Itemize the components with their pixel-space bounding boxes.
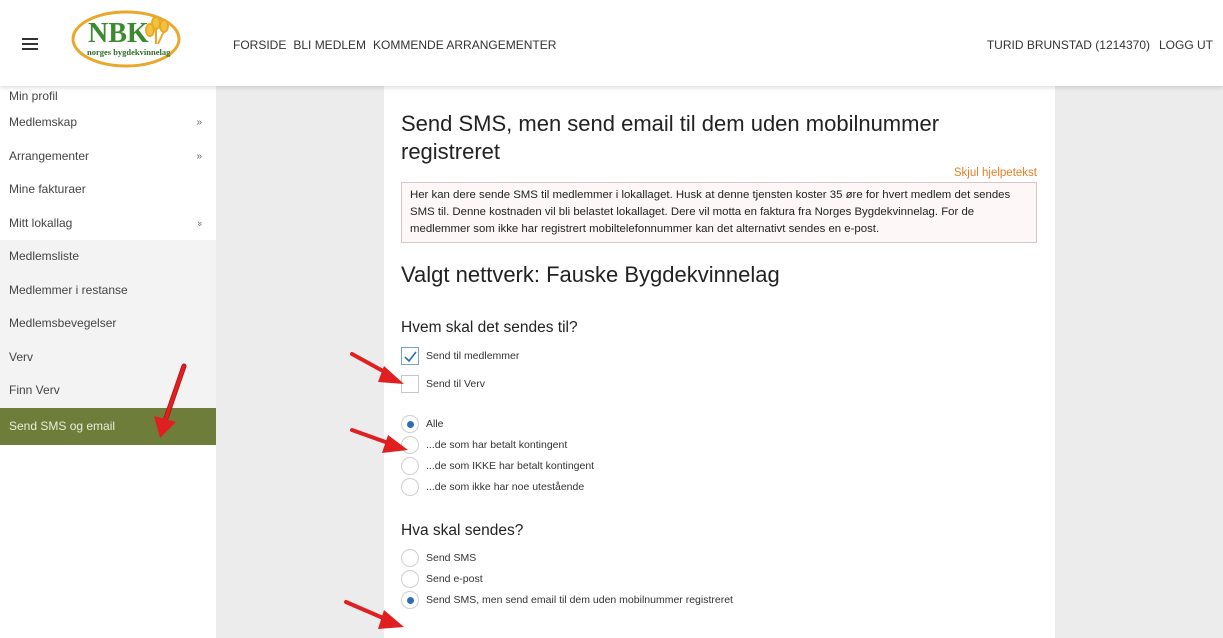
sidebar-item-medlemsbevegelser[interactable]: Medlemsbevegelser — [0, 307, 216, 341]
hide-help-link[interactable]: Skjul hjelpetekst — [954, 167, 1037, 179]
radio-unselected-icon — [401, 549, 419, 567]
sidebar-item-mine-fakturaer[interactable]: Mine fakturaer — [0, 173, 216, 207]
page-title: Send SMS, men send email til dem uden mo… — [401, 111, 940, 164]
radio-unselected-icon — [401, 570, 419, 588]
nbk-logo[interactable]: NBK norges bygdekvinnelag — [70, 8, 182, 68]
radio-unselected-icon — [401, 457, 419, 475]
checkbox-label: Send til medlemmer — [426, 350, 520, 362]
main-content: Send SMS, men send email til dem uden mo… — [401, 86, 1037, 610]
radio-send-sms-email-fallback[interactable]: Send SMS, men send email til dem uden mo… — [401, 590, 1037, 610]
sidebar-item-label: Medlemsbevegelser — [9, 316, 117, 330]
radio-label: ...de som IKKE har betalt kontingent — [426, 460, 595, 472]
chevron-down-icon: » — [195, 220, 206, 226]
radio-label: Alle — [426, 418, 444, 430]
nav-kommende-arrangementer[interactable]: KOMMENDE ARRANGEMENTER — [373, 38, 556, 52]
radio-label: Send e-post — [426, 573, 483, 585]
svg-text:NBK: NBK — [88, 18, 149, 49]
checkbox-label: Send til Verv — [426, 378, 485, 390]
user-name-link[interactable]: TURID BRUNSTAD (1214370) — [987, 38, 1150, 52]
radio-label: Send SMS — [426, 552, 477, 564]
sidebar-item-label: Mitt lokallag — [9, 215, 73, 230]
sidebar-item-label: Medlemmer i restanse — [9, 282, 128, 297]
hamburger-menu-icon[interactable] — [22, 38, 38, 50]
radio-send-sms[interactable]: Send SMS — [401, 548, 1037, 568]
nav-bli-medlem[interactable]: BLI MEDLEM — [293, 38, 366, 52]
selected-network-heading: Valgt nettverk: Fauske Bygdekvinnelag — [401, 262, 780, 287]
radio-ikke-utestaende[interactable]: ...de som ikke har noe utestående — [401, 477, 1037, 497]
sidebar-item-medlemskap[interactable]: Medlemskap » — [0, 106, 216, 140]
radio-label: ...de som ikke har noe utestående — [426, 481, 585, 493]
sidebar-item-arrangementer[interactable]: Arrangementer » — [0, 140, 216, 174]
recipients-heading: Hvem skal det sendes til? — [401, 319, 578, 336]
sidebar-item-medlemsliste[interactable]: Medlemsliste — [0, 240, 216, 274]
sidebar-item-label: Finn Verv — [9, 383, 60, 397]
sidebar-item-mitt-lokallag[interactable]: Mitt lokallag » — [0, 207, 216, 241]
sidebar-item-label: Send SMS og email — [9, 418, 116, 433]
nav-forside[interactable]: FORSIDE — [233, 38, 286, 52]
radio-label: ...de som har betalt kontingent — [426, 439, 568, 451]
logout-link[interactable]: LOGG UT — [1159, 38, 1213, 52]
sidebar-item-label: Medlemsliste — [9, 249, 80, 263]
sidebar-item-label: Verv — [9, 349, 34, 364]
help-text-box: Her kan dere sende SMS til medlemmer i l… — [401, 182, 1037, 243]
top-header: NBK norges bygdekvinnelag FORSIDE BLI ME… — [0, 0, 1223, 86]
radio-alle[interactable]: Alle — [401, 414, 1037, 434]
main-panel: Send SMS, men send email til dem uden mo… — [384, 86, 1055, 638]
sidebar-item-label: Min profil — [9, 89, 58, 103]
radio-unselected-icon — [401, 478, 419, 496]
sidebar-item-label: Medlemskap — [9, 115, 78, 129]
sidebar-item-label: Mine fakturaer — [9, 182, 86, 196]
radio-betalt-kontingent[interactable]: ...de som har betalt kontingent — [401, 435, 1037, 455]
radio-label: Send SMS, men send email til dem uden mo… — [426, 594, 733, 606]
annotation-arrow-icon — [350, 352, 404, 384]
sidebar-item-label: Arrangementer — [9, 148, 90, 163]
radio-send-epost[interactable]: Send e-post — [401, 569, 1037, 589]
chevron-right-icon: » — [196, 150, 202, 162]
main-nav: FORSIDE BLI MEDLEM KOMMENDE ARRANGEMENTE… — [233, 38, 556, 52]
annotation-arrow-icon — [350, 428, 408, 453]
radio-ikke-betalt-kontingent[interactable]: ...de som IKKE har betalt kontingent — [401, 456, 1037, 476]
sidebar-item-min-profil[interactable]: Min profil — [0, 86, 216, 106]
chevron-right-icon: » — [196, 117, 202, 128]
sidebar-item-medlemmer-i-restanse[interactable]: Medlemmer i restanse — [0, 273, 216, 307]
send-to-members-checkbox[interactable]: Send til medlemmer — [401, 346, 1037, 366]
svg-text:norges bygdekvinnelag: norges bygdekvinnelag — [87, 47, 171, 57]
annotation-arrow-icon — [154, 363, 187, 438]
nbk-logo-graphic: NBK norges bygdekvinnelag — [71, 10, 181, 68]
annotation-arrow-icon — [344, 600, 404, 629]
user-area: TURID BRUNSTAD (1214370) LOGG UT — [987, 38, 1213, 52]
what-to-send-heading: Hva skal sendes? — [401, 522, 524, 539]
send-to-verv-checkbox[interactable]: Send til Verv — [401, 374, 1037, 394]
